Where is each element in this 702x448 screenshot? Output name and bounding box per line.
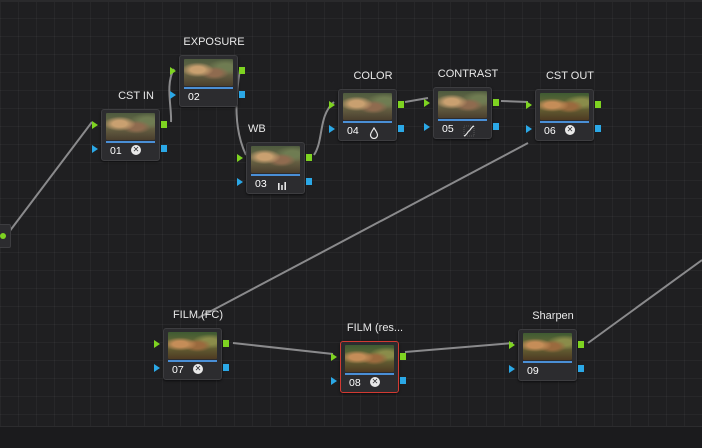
rgb-input-port[interactable] [237, 154, 243, 162]
node-body[interactable]: 07 ✕ [163, 328, 222, 380]
rgb-input-port[interactable] [170, 67, 176, 75]
node-title: EXPOSURE [183, 36, 245, 48]
node-body[interactable]: 02 [179, 55, 238, 107]
alpha-output-port[interactable] [161, 145, 167, 152]
thumbnail-bar [540, 121, 589, 123]
thumbnail-bar [345, 373, 394, 375]
thumbnail-bar [251, 174, 300, 176]
node-number: 06 [544, 125, 556, 137]
node-thumbnail [540, 93, 589, 120]
thumbnail-bar [438, 119, 487, 121]
wire-07-to-08 [232, 342, 334, 355]
node-number: 05 [442, 123, 454, 135]
wire-05-to-06 [500, 100, 529, 103]
node-thumbnail [343, 93, 392, 120]
rgb-bars-icon [278, 182, 286, 190]
node-body[interactable]: 05 [433, 87, 492, 139]
alpha-input-port[interactable] [329, 125, 335, 133]
thumbnail-bar [343, 121, 392, 123]
node-thumbnail [438, 91, 487, 118]
drop-icon [369, 127, 379, 139]
node-title: FILM (FC) [172, 309, 224, 321]
source-output-port[interactable] [0, 233, 6, 239]
rgb-output-port[interactable] [239, 67, 245, 74]
thumbnail-bar [106, 141, 155, 143]
thumbnail-bar [184, 87, 233, 89]
node-number: 01 [110, 145, 122, 157]
rgb-output-port[interactable] [578, 341, 584, 348]
alpha-output-port[interactable] [223, 364, 229, 371]
rgb-input-port[interactable] [424, 99, 430, 107]
thumbnail-bar [523, 361, 572, 363]
node-body[interactable]: 04 [338, 89, 397, 141]
rgb-input-port[interactable] [331, 353, 337, 361]
color-space-transform-icon: ✕ [131, 145, 141, 155]
node-number: 09 [527, 365, 539, 377]
node-title: CST IN [118, 90, 154, 102]
node-body[interactable]: 08 ✕ [340, 341, 399, 393]
alpha-output-port[interactable] [306, 178, 312, 185]
wire-source-to-01 [5, 121, 93, 237]
bottom-status-bar [0, 426, 702, 448]
node-title: CST OUT [545, 70, 595, 82]
node-thumbnail [184, 59, 233, 86]
wire-08-to-09 [404, 342, 514, 353]
alpha-output-port[interactable] [578, 365, 584, 372]
alpha-output-port[interactable] [493, 123, 499, 130]
node-thumbnail [168, 332, 217, 359]
node-number: 08 [349, 377, 361, 389]
node-number: 02 [188, 91, 200, 103]
node-number: 04 [347, 125, 359, 137]
alpha-input-port[interactable] [424, 123, 430, 131]
node-thumbnail [251, 146, 300, 173]
node-body[interactable]: 01 ✕ [101, 109, 160, 161]
node-title: CONTRAST [437, 68, 499, 80]
node-number: 07 [172, 364, 184, 376]
rgb-input-port[interactable] [92, 121, 98, 129]
rgb-input-port[interactable] [509, 341, 515, 349]
node-thumbnail [106, 113, 155, 140]
alpha-output-port[interactable] [239, 91, 245, 98]
alpha-input-port[interactable] [237, 178, 243, 186]
node-title: Sharpen [532, 310, 574, 322]
alpha-output-port[interactable] [398, 125, 404, 132]
rgb-output-port[interactable] [306, 154, 312, 161]
node-body[interactable]: 09 [518, 329, 577, 381]
rgb-output-port[interactable] [398, 101, 404, 108]
alpha-input-port[interactable] [92, 145, 98, 153]
node-body[interactable]: 06 ✕ [535, 89, 594, 141]
rgb-input-port[interactable] [154, 340, 160, 348]
alpha-input-port[interactable] [526, 125, 532, 133]
source-input-handle[interactable] [0, 224, 11, 248]
alpha-output-port[interactable] [595, 125, 601, 132]
alpha-input-port[interactable] [509, 365, 515, 373]
rgb-output-port[interactable] [223, 340, 229, 347]
alpha-input-port[interactable] [154, 364, 160, 372]
thumbnail-bar [168, 360, 217, 362]
rgb-input-port[interactable] [526, 101, 532, 109]
node-thumbnail [523, 333, 572, 360]
wire-09-to-output [587, 259, 702, 344]
alpha-output-port[interactable] [400, 377, 406, 384]
curve-icon [463, 125, 475, 137]
node-title: WB [248, 123, 266, 135]
color-space-transform-icon: ✕ [193, 364, 203, 374]
rgb-output-port[interactable] [161, 121, 167, 128]
alpha-input-port[interactable] [331, 377, 337, 385]
rgb-input-port[interactable] [329, 101, 335, 109]
alpha-input-port[interactable] [170, 91, 176, 99]
node-thumbnail [345, 345, 394, 372]
node-title: FILM (res... [346, 322, 404, 334]
rgb-output-port[interactable] [400, 353, 406, 360]
rgb-output-port[interactable] [595, 101, 601, 108]
color-space-transform-icon: ✕ [565, 125, 575, 135]
node-body[interactable]: 03 [246, 142, 305, 194]
rgb-output-port[interactable] [493, 99, 499, 106]
node-title: COLOR [353, 70, 393, 82]
color-space-transform-icon: ✕ [370, 377, 380, 387]
node-number: 03 [255, 178, 267, 190]
